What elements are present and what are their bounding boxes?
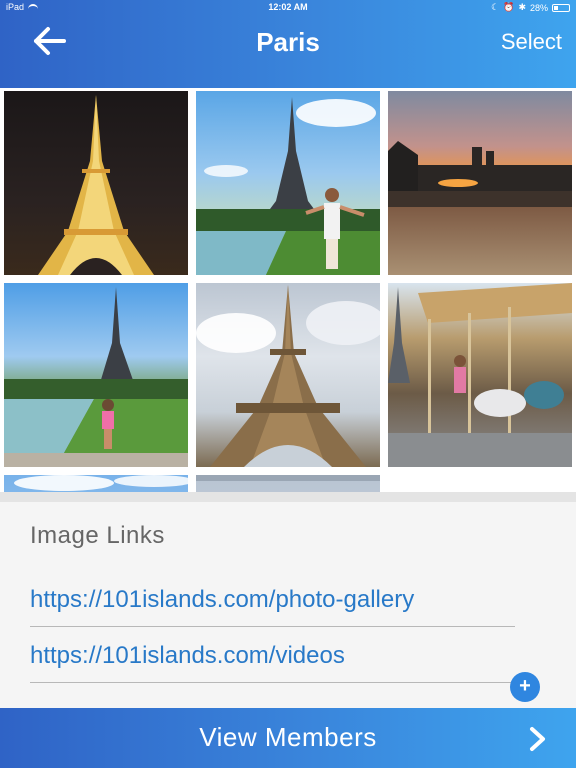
photo-tile[interactable]	[4, 283, 188, 467]
image-links-section: Image Links https://101islands.com/photo…	[0, 502, 576, 708]
eiffel-night-image	[38, 95, 154, 275]
photo-tile[interactable]	[388, 283, 572, 467]
photo-tile[interactable]	[4, 475, 188, 492]
status-right: ☾ ⏰ ✱ 28%	[491, 2, 570, 13]
section-divider	[0, 492, 576, 502]
image-link[interactable]: https://101islands.com/videos	[30, 642, 345, 670]
battery-percent: 28%	[529, 2, 548, 13]
status-time: 12:02 AM	[268, 2, 308, 12]
sunset-image	[388, 141, 572, 207]
eiffel-closeup-image	[196, 285, 380, 467]
moon-icon: ☾	[491, 2, 500, 12]
eiffel-person-image	[196, 97, 380, 275]
view-members-label: View Members	[199, 722, 377, 752]
partial-photo-image	[14, 475, 188, 491]
page-title: Paris	[256, 27, 320, 57]
image-link[interactable]: https://101islands.com/photo-gallery	[30, 586, 414, 614]
photo-grid	[0, 88, 576, 492]
link-divider	[30, 626, 515, 627]
alarm-icon: ⏰	[503, 2, 515, 12]
view-members-button[interactable]: View Members	[0, 708, 576, 768]
carousel-image	[388, 283, 572, 467]
add-link-button[interactable]: +	[510, 672, 540, 702]
image-links-heading: Image Links	[30, 522, 165, 549]
header: iPad 12:02 AM ☾ ⏰ ✱ 28% Paris Select	[0, 0, 576, 88]
bluetooth-icon: ✱	[518, 2, 526, 12]
photo-tile[interactable]	[388, 91, 572, 275]
battery-icon	[552, 3, 570, 12]
gardens-girl-image	[4, 287, 188, 467]
photo-tile[interactable]	[4, 91, 188, 275]
status-bar: iPad 12:02 AM ☾ ⏰ ✱ 28%	[0, 0, 576, 16]
chevron-right-icon	[530, 727, 545, 751]
photo-tile[interactable]	[196, 91, 380, 275]
select-button[interactable]: Select	[501, 29, 562, 55]
photo-tile[interactable]	[196, 475, 380, 492]
photo-tile[interactable]	[196, 283, 380, 467]
partial-photo-image	[196, 475, 380, 481]
link-divider	[30, 682, 515, 683]
